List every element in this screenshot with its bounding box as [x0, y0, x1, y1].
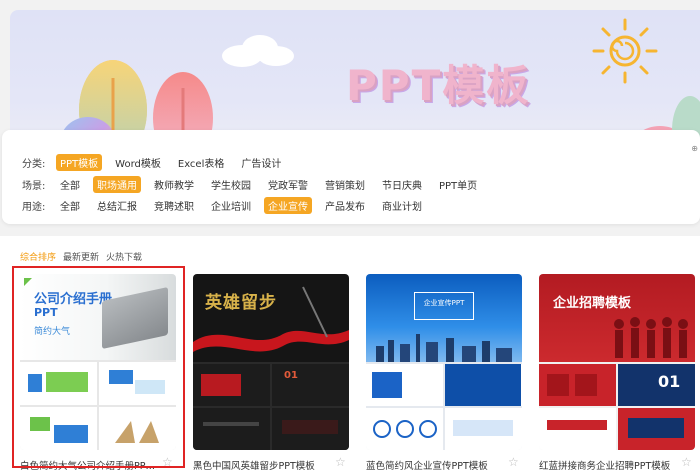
- filter-scene-festival[interactable]: 节日庆典: [378, 176, 426, 193]
- filter-scene-all[interactable]: 全部: [56, 176, 84, 193]
- filter-usage-business-plan[interactable]: 商业计划: [378, 197, 426, 214]
- sort-comprehensive[interactable]: 综合排序: [20, 250, 56, 263]
- filter-usage-competition[interactable]: 竞聘述职: [150, 197, 198, 214]
- thumb-title: 企业招聘模板: [553, 296, 632, 311]
- template-card[interactable]: 企业招聘模板 01 红蓝拼接商务企业招聘PPT模板 ☆: [539, 274, 695, 470]
- template-thumbnail[interactable]: 英雄留步 01: [193, 274, 349, 450]
- banner-title: PPT模板: [346, 61, 531, 110]
- template-thumbnail[interactable]: 企业宣传PPT: [366, 274, 522, 450]
- filter-row-scene: 场景: 全部 职场通用 教师教学 学生校园 党政军警 营销策划 节日庆典 PPT…: [22, 175, 490, 193]
- filter-panel: ⊕ 分类: PPT模板 Word模板 Excel表格 广告设计 场景: 全部 职…: [2, 130, 700, 224]
- sword-icon: [302, 286, 328, 338]
- filter-usage-launch[interactable]: 产品发布: [321, 197, 369, 214]
- selected-card-highlight: [12, 266, 185, 468]
- filter-category-label: 分类:: [22, 158, 46, 170]
- filter-scene-campus[interactable]: 学生校园: [207, 176, 255, 193]
- filter-usage-promotion[interactable]: 企业宣传: [264, 196, 312, 214]
- template-title[interactable]: 黑色中国风英雄留步PPT模板: [193, 458, 331, 470]
- filter-usage-all[interactable]: 全部: [56, 197, 84, 214]
- more-indicator: ⊕: [691, 144, 698, 153]
- filter-category-ad[interactable]: 广告设计: [237, 154, 285, 171]
- filter-scene-label: 场景:: [22, 180, 46, 192]
- filter-usage-training[interactable]: 企业培训: [207, 197, 255, 214]
- thumb-title: 企业宣传PPT: [414, 292, 474, 320]
- sun-icon: [592, 18, 658, 84]
- favorite-star-icon[interactable]: ☆: [681, 455, 692, 469]
- cloud-illustration: [222, 35, 294, 67]
- filter-row-category: 分类: PPT模板 Word模板 Excel表格 广告设计: [22, 153, 294, 171]
- filter-usage-report[interactable]: 总结汇报: [93, 197, 141, 214]
- filter-category-word[interactable]: Word模板: [111, 154, 165, 171]
- filter-usage-label: 用途:: [22, 201, 46, 213]
- filter-scene-single-page[interactable]: PPT单页: [435, 176, 481, 193]
- page: PPT模板 ⊕ 分类: PPT模板 Word模板 Excel表格 广告设计 场景…: [0, 0, 700, 470]
- people-silhouette-image: [614, 317, 688, 358]
- city-skyline-image: [376, 334, 512, 362]
- template-thumbnail[interactable]: 企业招聘模板 01: [539, 274, 695, 450]
- template-card[interactable]: 英雄留步 01 黑色中国风英雄留步PPT模板 ☆: [193, 274, 349, 470]
- filter-scene-party[interactable]: 党政军警: [264, 176, 312, 193]
- template-card[interactable]: 企业宣传PPT 蓝色简约风企业宣传PPT模板 ☆: [366, 274, 522, 470]
- filter-scene-marketing[interactable]: 营销策划: [321, 176, 369, 193]
- filter-row-usage: 用途: 全部 总结汇报 竞聘述职 企业培训 企业宣传 产品发布 商业计划: [22, 196, 435, 214]
- template-title[interactable]: 红蓝拼接商务企业招聘PPT模板: [539, 458, 677, 470]
- filter-scene-workplace[interactable]: 职场通用: [93, 175, 141, 193]
- favorite-star-icon[interactable]: ☆: [508, 455, 519, 469]
- filter-scene-teaching[interactable]: 教师教学: [150, 176, 198, 193]
- filter-category-ppt[interactable]: PPT模板: [56, 153, 103, 171]
- thumb-title: 英雄留步: [205, 293, 277, 313]
- template-title[interactable]: 蓝色简约风企业宣传PPT模板: [366, 458, 504, 470]
- favorite-star-icon[interactable]: ☆: [335, 455, 346, 469]
- sort-hot-download[interactable]: 火热下载: [106, 250, 142, 263]
- sort-bar: 综合排序 最新更新 火热下载: [20, 250, 149, 263]
- filter-category-excel[interactable]: Excel表格: [174, 154, 229, 171]
- sort-latest[interactable]: 最新更新: [63, 250, 99, 263]
